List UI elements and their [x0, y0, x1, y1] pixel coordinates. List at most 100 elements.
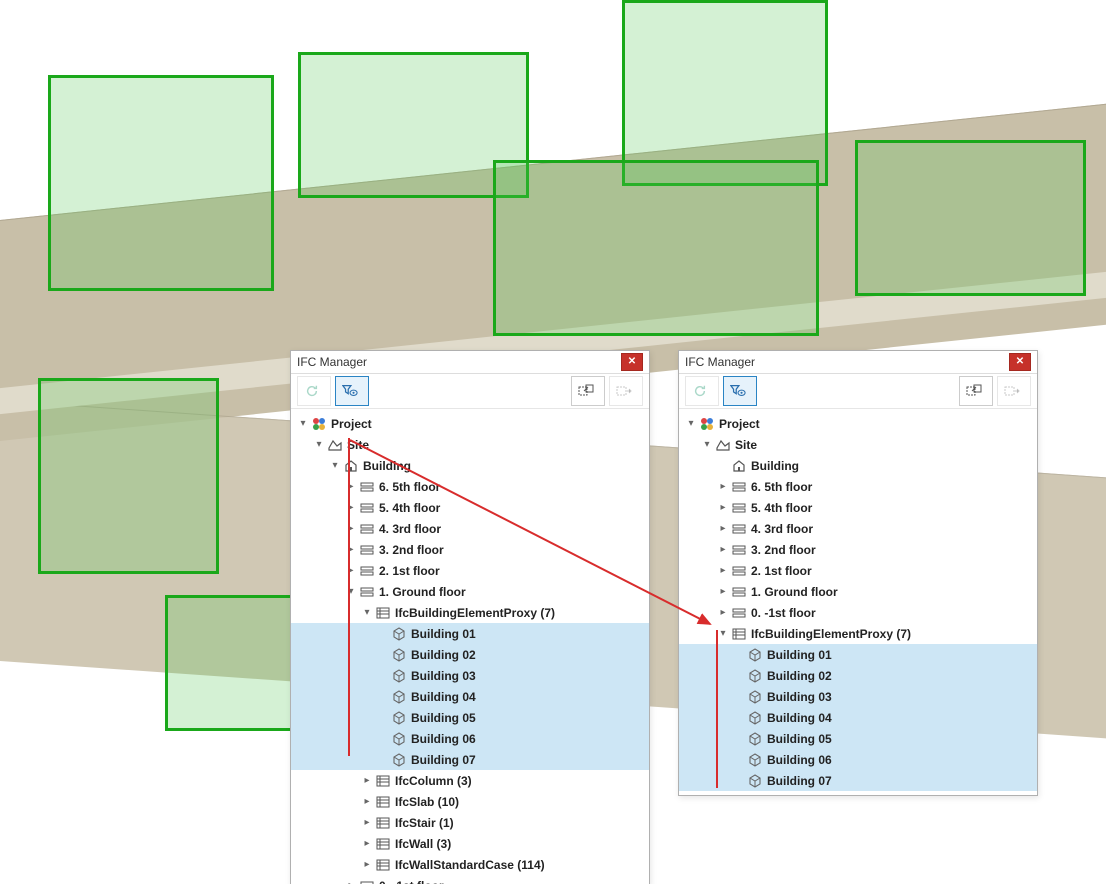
isolate-button[interactable]: [997, 376, 1031, 406]
caret-closed-icon[interactable]: ▸: [361, 838, 373, 850]
caret-open-icon[interactable]: ▾: [297, 418, 309, 430]
isolate-button[interactable]: [609, 376, 643, 406]
caret-closed-icon[interactable]: ▸: [345, 523, 357, 535]
caret-closed-icon[interactable]: ▸: [717, 502, 729, 514]
tree-row[interactable]: ▸Building 05: [291, 707, 649, 728]
tree-row[interactable]: ▾1. Ground floor: [291, 581, 649, 602]
tree-item-label: Building 04: [767, 711, 832, 725]
tree-row[interactable]: ▸0. -1st floor: [679, 602, 1037, 623]
tree-row[interactable]: ▸2. 1st floor: [679, 560, 1037, 581]
tree-row[interactable]: ▾IfcBuildingElementProxy (7): [291, 602, 649, 623]
element-icon: [747, 752, 763, 768]
tree-row[interactable]: ▾IfcBuildingElementProxy (7): [679, 623, 1037, 644]
tree-view[interactable]: ▾Project▾Site▾Building▸6. 5th floor▸5. 4…: [291, 409, 649, 884]
mass-box: [622, 0, 828, 186]
caret-closed-icon[interactable]: ▸: [717, 586, 729, 598]
building-icon: [343, 458, 359, 474]
tree-row[interactable]: ▸ 5. 4th floor: [291, 497, 649, 518]
tree-row[interactable]: ▾Site: [291, 434, 649, 455]
tree-row[interactable]: ▸Building 04: [291, 686, 649, 707]
caret-closed-icon[interactable]: ▸: [345, 544, 357, 556]
caret-open-icon[interactable]: ▾: [717, 628, 729, 640]
caret-closed-icon[interactable]: ▸: [345, 880, 357, 884]
tree-row[interactable]: ▸IfcStair (1): [291, 812, 649, 833]
tree-row[interactable]: ▾ Building: [291, 455, 649, 476]
tree-row[interactable]: ▸6. 5th floor: [679, 476, 1037, 497]
tree-row[interactable]: ▸Building 03: [679, 686, 1037, 707]
caret-closed-icon[interactable]: ▸: [717, 544, 729, 556]
tree-item-label: Building: [363, 459, 411, 473]
caret-closed-icon[interactable]: ▸: [717, 607, 729, 619]
tree-row[interactable]: ▸Building 01: [291, 623, 649, 644]
tree-view[interactable]: ▾Project▾Site▸Building▸6. 5th floor▸5. 4…: [679, 409, 1037, 795]
caret-open-icon[interactable]: ▾: [685, 418, 697, 430]
caret-open-icon[interactable]: ▾: [345, 586, 357, 598]
tree-row[interactable]: ▸Building 06: [679, 749, 1037, 770]
tree-row[interactable]: ▸IfcColumn (3): [291, 770, 649, 791]
project-icon: [699, 416, 715, 432]
filter-eye-icon: [342, 383, 358, 399]
panel-titlebar[interactable]: IFC Manager ✕: [291, 351, 649, 374]
refresh-button[interactable]: [685, 376, 719, 406]
tree-row[interactable]: ▸4. 3rd floor: [679, 518, 1037, 539]
tree-row[interactable]: ▾Project: [679, 413, 1037, 434]
tree-row[interactable]: ▸6. 5th floor: [291, 476, 649, 497]
caret-closed-icon[interactable]: ▸: [345, 565, 357, 577]
tree-item-label: Building 02: [767, 669, 832, 683]
tree-item-label: IfcSlab (10): [395, 795, 459, 809]
caret-closed-icon[interactable]: ▸: [361, 859, 373, 871]
refresh-button[interactable]: [297, 376, 331, 406]
panel-titlebar[interactable]: IFC Manager ✕: [679, 351, 1037, 374]
caret-closed-icon[interactable]: ▸: [345, 481, 357, 493]
fit-selection-button[interactable]: [571, 376, 605, 406]
tree-row[interactable]: ▸1. Ground floor: [679, 581, 1037, 602]
tree-row[interactable]: ▸ IfcSlab (10): [291, 791, 649, 812]
tree-row[interactable]: ▸Building 01: [679, 644, 1037, 665]
tree-row[interactable]: ▸0. -1st floor: [291, 875, 649, 884]
tree-row[interactable]: ▾Site: [679, 434, 1037, 455]
tree-item-label: 5. 4th floor: [379, 501, 440, 515]
tree-row[interactable]: ▸Building 02: [291, 644, 649, 665]
tree-item-label: IfcWall (3): [395, 837, 451, 851]
filter-button[interactable]: [723, 376, 757, 406]
filter-button[interactable]: [335, 376, 369, 406]
close-button[interactable]: ✕: [621, 353, 643, 371]
stage: IFC Manager ✕: [0, 0, 1106, 884]
tree-row[interactable]: ▸Building 04: [679, 707, 1037, 728]
tree-row[interactable]: ▸2. 1st floor: [291, 560, 649, 581]
tree-row[interactable]: ▸5. 4th floor: [679, 497, 1037, 518]
tree-row[interactable]: ▸Building 02: [679, 665, 1037, 686]
refresh-icon: [692, 383, 708, 399]
tree-row[interactable]: ▸Building 06: [291, 728, 649, 749]
tree-row[interactable]: ▸IfcWallStandardCase (114): [291, 854, 649, 875]
mass-box: [48, 75, 274, 291]
tree-row[interactable]: ▸ IfcWall (3): [291, 833, 649, 854]
tree-row[interactable]: ▸Building 07: [291, 749, 649, 770]
close-button[interactable]: ✕: [1009, 353, 1031, 371]
caret-open-icon[interactable]: ▾: [701, 439, 713, 451]
caret-closed-icon[interactable]: ▸: [361, 817, 373, 829]
caret-closed-icon[interactable]: ▸: [345, 502, 357, 514]
caret-open-icon[interactable]: ▾: [329, 460, 341, 472]
caret-open-icon[interactable]: ▾: [313, 439, 325, 451]
tree-item-label: Building 03: [767, 690, 832, 704]
tree-row[interactable]: ▸3. 2nd floor: [679, 539, 1037, 560]
tree-row[interactable]: ▸Building 05: [679, 728, 1037, 749]
caret-closed-icon[interactable]: ▸: [717, 481, 729, 493]
classifier-icon: [375, 794, 391, 810]
tree-row[interactable]: ▸Building 03: [291, 665, 649, 686]
fit-selection-button[interactable]: [959, 376, 993, 406]
tree-row[interactable]: ▸Building: [679, 455, 1037, 476]
caret-closed-icon[interactable]: ▸: [717, 565, 729, 577]
classifier-icon: [375, 857, 391, 873]
caret-closed-icon[interactable]: ▸: [717, 523, 729, 535]
caret-closed-icon[interactable]: ▸: [361, 775, 373, 787]
caret-closed-icon[interactable]: ▸: [361, 796, 373, 808]
caret-open-icon[interactable]: ▾: [361, 607, 373, 619]
ifc-manager-panel-right: IFC Manager ✕: [678, 350, 1038, 796]
tree-row[interactable]: ▾Project: [291, 413, 649, 434]
tree-row[interactable]: ▸4. 3rd floor: [291, 518, 649, 539]
tree-row[interactable]: ▸3. 2nd floor: [291, 539, 649, 560]
tree-row[interactable]: ▸Building 07: [679, 770, 1037, 791]
tree-item-label: Building 05: [411, 711, 476, 725]
